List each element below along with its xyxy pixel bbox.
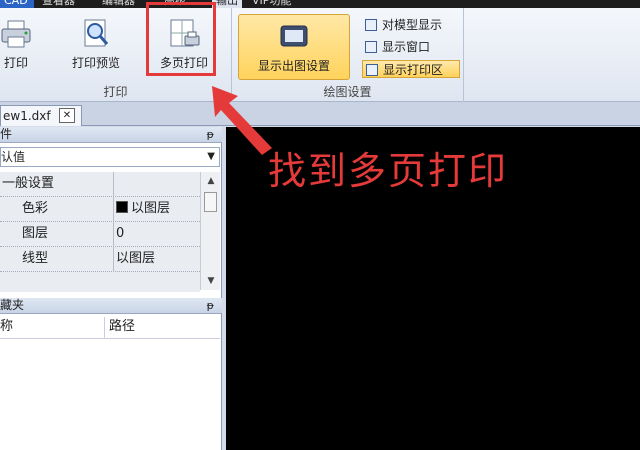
menu-tab-vip[interactable]: VIP功能	[252, 0, 291, 8]
print-preview-label: 打印预览	[71, 56, 120, 70]
display-settings-label: 显示出图设置	[257, 59, 330, 73]
property-scrollbar[interactable]: ▲ ▼	[200, 172, 220, 290]
menu-bar: CAD 查看器 编辑器 高级 输出 VIP功能	[0, 0, 640, 8]
scroll-thumb[interactable]	[204, 192, 217, 212]
properties-title: 件	[0, 127, 13, 141]
window-display-label: 显示窗口	[382, 40, 431, 54]
row-value: 以图层	[131, 201, 171, 216]
row-value: 0	[116, 226, 125, 241]
draw-group-label: 绘图设置	[323, 85, 372, 99]
print-preview-button[interactable]: 打印预览	[66, 12, 126, 76]
print-area-label: 显示打印区	[383, 63, 444, 77]
print-area-icon	[366, 64, 378, 76]
property-grid: 一般设置 色彩 以图层 图层 0 线型 以图层	[0, 172, 200, 292]
properties-combo-value: 认值	[1, 150, 26, 164]
document-tab-bar: ew1.dxf ✕	[0, 102, 640, 126]
scroll-down-icon[interactable]: ▼	[201, 274, 221, 288]
section-divider	[0, 172, 114, 197]
row-key-cell: 色彩	[0, 197, 114, 222]
printer-icon	[0, 18, 33, 50]
print-area-button[interactable]: 显示打印区	[362, 60, 460, 78]
row-key-cell: 图层	[0, 222, 114, 247]
table-row[interactable]: 色彩 以图层	[0, 197, 200, 222]
highlight-box	[146, 2, 216, 76]
close-icon[interactable]: ✕	[59, 108, 75, 123]
properties-panel: 件 ᵽ 认值 ▼ 一般设置 色彩 以图层 图层 0 线型 以图层 ▲ ▼ 藏夹 …	[0, 127, 222, 450]
annotation-text: 找到多页打印	[268, 149, 509, 193]
table-row[interactable]: 线型 以图层	[0, 247, 200, 272]
row-key: 线型	[22, 251, 49, 266]
column-header-name[interactable]: 称	[0, 317, 13, 337]
menu-tab-editor[interactable]: 编辑器	[102, 0, 135, 8]
model-display-button[interactable]: 对模型显示	[362, 16, 460, 34]
menu-tab-cad[interactable]: CAD	[0, 0, 34, 8]
document-tab[interactable]: ew1.dxf ✕	[0, 105, 82, 126]
menu-tab-viewer[interactable]: 查看器	[42, 0, 75, 8]
model-display-icon	[365, 19, 377, 31]
print-group-label: 打印	[103, 85, 128, 99]
section-row[interactable]: 一般设置	[0, 172, 200, 197]
window-icon	[365, 41, 377, 53]
document-tab-label: ew1.dxf	[3, 109, 51, 123]
ribbon: 打印 打印预览 多页打印 打印 显示出图设置 绘图设置 对模型显示 显示窗口 显…	[0, 8, 640, 102]
properties-header: 件 ᵽ	[0, 127, 222, 143]
display-settings-icon	[277, 21, 311, 53]
table-row[interactable]: 图层 0	[0, 222, 200, 247]
color-swatch	[116, 201, 128, 213]
print-button-label: 打印	[3, 56, 28, 70]
row-value: 以图层	[116, 251, 156, 266]
favorites-title: 藏夹	[0, 298, 25, 312]
pin-icon[interactable]: ᵽ	[207, 298, 214, 313]
column-header-path[interactable]: 路径	[104, 317, 135, 339]
favorites-header: 藏夹 ᵽ	[0, 298, 222, 314]
window-display-button[interactable]: 显示窗口	[362, 38, 460, 56]
display-settings-button[interactable]: 显示出图设置	[238, 14, 350, 80]
favorites-columns: 称 路径	[0, 317, 220, 339]
scroll-up-icon[interactable]: ▲	[201, 174, 221, 188]
pin-icon[interactable]: ᵽ	[207, 127, 214, 142]
row-value-cell: 以图层	[116, 197, 170, 221]
chevron-down-icon: ▼	[207, 151, 215, 162]
properties-combo[interactable]: 认值 ▼	[0, 147, 220, 167]
row-key-cell: 线型	[0, 247, 114, 272]
print-preview-icon	[79, 18, 113, 50]
row-key: 图层	[22, 226, 49, 241]
row-key: 色彩	[22, 201, 49, 216]
menu-tab-output[interactable]: 输出	[212, 0, 242, 8]
print-button[interactable]: 打印	[0, 12, 46, 76]
model-display-label: 对模型显示	[382, 18, 443, 32]
